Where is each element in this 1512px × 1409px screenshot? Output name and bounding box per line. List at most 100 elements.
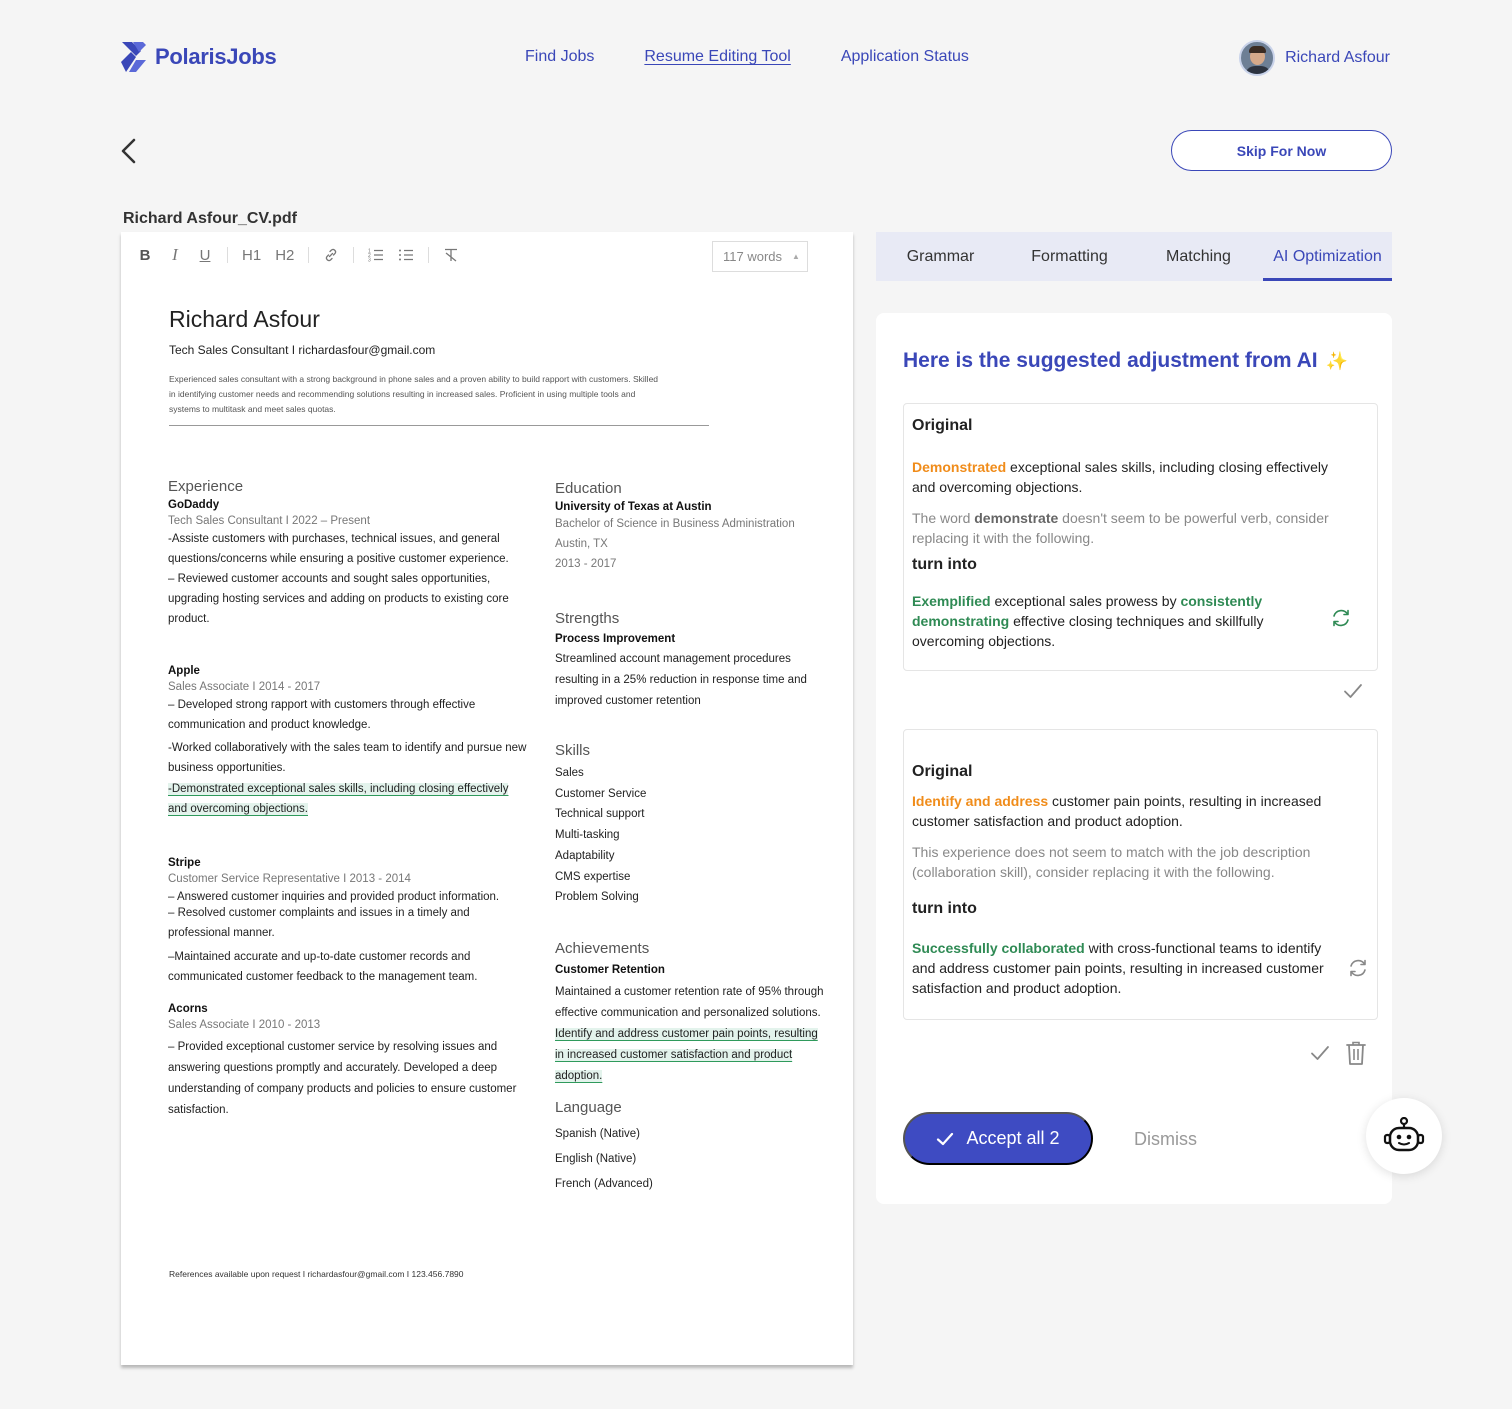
achievement-text: Maintained a customer retention rate of … (555, 985, 824, 1019)
flagged-word: Demonstrated (912, 459, 1007, 475)
editor-toolbar: B I U H1 H2 123 (137, 242, 473, 268)
user-menu[interactable]: Richard Asfour (1239, 40, 1390, 76)
regenerate-icon[interactable] (1330, 607, 1352, 629)
ai-title-text: Here is the suggested adjustment from AI (903, 349, 1318, 372)
skill-item: Sales (555, 767, 584, 779)
years: 2013 - 2017 (555, 558, 617, 570)
suggestion-note: The word demonstrate doesn't seem to be … (912, 508, 1362, 548)
original-text: Demonstrated exceptional sales skills, i… (912, 457, 1352, 497)
ai-suggestions-panel: Here is the suggested adjustment from AI… (876, 313, 1392, 1204)
job-entry: Stripe Customer Service Representative I… (168, 857, 528, 987)
job-entry: Acorns Sales Associate I 2010 - 2013 – P… (168, 1003, 528, 1121)
section-heading: Experience (168, 478, 244, 495)
original-label: Original (912, 763, 973, 780)
job-role: Sales Associate I 2010 - 2013 (168, 1019, 321, 1031)
job-bullet: -Worked collaboratively with the sales t… (168, 742, 527, 774)
tab-ai-optimization[interactable]: AI Optimization (1263, 232, 1392, 281)
back-arrow-icon[interactable] (118, 136, 140, 166)
note-text: The word (912, 510, 975, 526)
review-tabs: Grammar Formatting Matching AI Optimizat… (876, 232, 1392, 281)
suggested-text: Successfully collaborated with cross-fun… (912, 938, 1344, 998)
resume-summary: Experienced sales consultant with a stro… (169, 374, 659, 414)
heading2-button[interactable]: H2 (275, 247, 294, 264)
tab-grammar[interactable]: Grammar (876, 232, 1005, 281)
skill-item: Adaptability (555, 849, 615, 862)
word-count-dropdown[interactable]: 117 words ▲ (712, 241, 808, 272)
toolbar-divider (428, 247, 430, 263)
user-name: Richard Asfour (1285, 49, 1390, 66)
highlighted-phrase[interactable]: -Demonstrated exceptional sales skills, … (168, 783, 509, 815)
accept-all-button[interactable]: Accept all 2 (903, 1112, 1093, 1165)
caret-up-icon: ▲ (792, 252, 800, 261)
sparkle-icon: ✨ (1325, 350, 1349, 371)
suggested-word: Exemplified (912, 593, 991, 609)
nav-resume-editing-tool[interactable]: Resume Editing Tool (644, 48, 790, 66)
language-item: Spanish (Native) (555, 1127, 641, 1140)
brand-name: PolarisJobs (155, 44, 277, 69)
suggestion-card: Original Identify and address customer p… (903, 729, 1378, 1020)
company-name: Stripe (168, 857, 201, 869)
ai-assistant-button[interactable] (1366, 1098, 1442, 1174)
ordered-list-icon[interactable]: 123 (368, 247, 384, 263)
accept-check-icon[interactable] (1343, 681, 1363, 701)
regenerate-icon[interactable] (1347, 957, 1369, 979)
location: Austin, TX (555, 538, 608, 550)
company-name: Apple (168, 665, 200, 677)
section-heading: Education (555, 480, 622, 497)
skill-item: Technical support (555, 808, 645, 821)
tab-matching[interactable]: Matching (1134, 232, 1263, 281)
svg-text:3: 3 (368, 258, 371, 264)
italic-button[interactable]: I (167, 245, 183, 265)
skill-item: Customer Service (555, 787, 647, 800)
polaris-logo-icon (121, 42, 146, 72)
resume-footer: References available upon request I rich… (169, 1269, 464, 1279)
job-bullet: – Reviewed customer accounts and sought … (168, 573, 509, 625)
clear-format-icon[interactable] (443, 247, 459, 263)
robot-icon (1383, 1117, 1425, 1152)
skills-list: Sales Customer Service Technical support… (555, 763, 827, 908)
achievement-title: Customer Retention (555, 963, 665, 976)
link-icon[interactable] (323, 247, 339, 263)
job-entry: GoDaddy Tech Sales Consultant I 2022 – P… (168, 499, 528, 629)
nav-application-status[interactable]: Application Status (841, 48, 969, 66)
job-entry: Apple Sales Associate I 2014 - 2017 – De… (168, 665, 528, 819)
resume-name: Richard Asfour (169, 306, 320, 332)
language-list: Spanish (Native) English (Native) French… (555, 1122, 827, 1197)
divider (169, 425, 709, 426)
resume-subtitle: Tech Sales Consultant I richardasfour@gm… (169, 343, 436, 357)
highlighted-phrase[interactable]: Identify and address customer pain point… (555, 1027, 818, 1082)
delete-trash-icon[interactable] (1345, 1040, 1367, 1066)
word-count: 117 words (723, 249, 783, 264)
school-name: University of Texas at Austin (555, 501, 712, 513)
turn-into-label: turn into (912, 900, 977, 917)
skill-item: Multi-tasking (555, 829, 620, 842)
accept-check-icon[interactable] (1310, 1043, 1330, 1063)
underline-button[interactable]: U (197, 247, 213, 264)
job-bullet: –Maintained accurate and up-to-date cust… (168, 951, 478, 983)
job-bullet: -Assiste customers with purchases, techn… (168, 533, 509, 565)
suggested-rest: exceptional sales prowess by (990, 593, 1181, 609)
resume-editor[interactable]: B I U H1 H2 123 117 words ▲ Richard Asfo… (121, 232, 853, 1365)
original-text: Identify and address customer pain point… (912, 791, 1352, 831)
flagged-word: Identify and address (912, 793, 1049, 809)
resume-right-column: Education University of Texas at Austin … (555, 480, 827, 1197)
degree: Bachelor of Science in Business Administ… (555, 518, 795, 530)
skill-item: CMS expertise (555, 870, 631, 883)
section-heading: Skills (555, 742, 591, 759)
nav-find-jobs[interactable]: Find Jobs (525, 48, 594, 66)
section-heading: Achievements (555, 939, 650, 957)
toolbar-divider (227, 247, 228, 263)
dismiss-button[interactable]: Dismiss (1134, 1129, 1197, 1150)
heading1-button[interactable]: H1 (242, 247, 261, 264)
toolbar-divider (308, 247, 310, 263)
bullet-list-icon[interactable] (398, 247, 414, 263)
skill-item: Problem Solving (555, 891, 639, 904)
brand-logo[interactable]: PolarisJobs (119, 40, 277, 74)
company-name: Acorns (168, 1003, 208, 1015)
bold-button[interactable]: B (137, 247, 153, 264)
section-heading: Language (555, 1098, 622, 1116)
job-role: Sales Associate I 2014 - 2017 (168, 681, 321, 693)
tab-formatting[interactable]: Formatting (1005, 232, 1134, 281)
skip-for-now-button[interactable]: Skip For Now (1171, 130, 1392, 171)
section-heading: Strengths (555, 610, 620, 627)
